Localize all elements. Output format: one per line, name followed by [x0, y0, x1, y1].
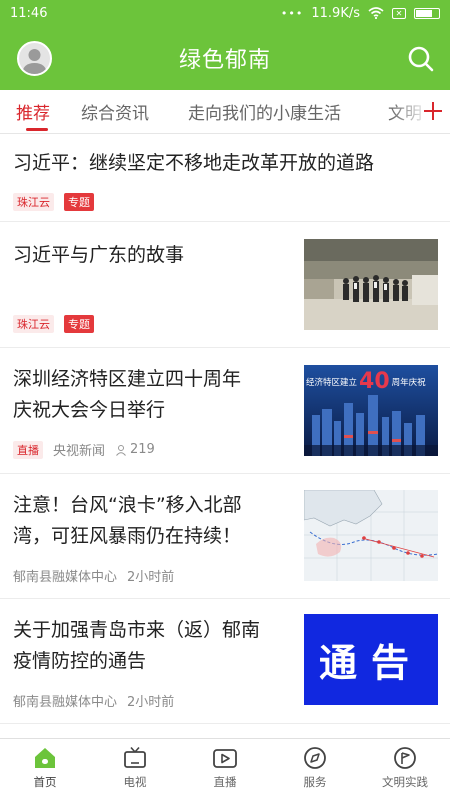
news-title: 习近平与广东的故事	[13, 244, 185, 266]
nav-live[interactable]: 直播	[180, 739, 270, 800]
news-source: 郁南县融媒体中心	[13, 570, 118, 585]
nav-label: 直播	[213, 775, 237, 789]
tab-news[interactable]: 综合资讯	[81, 99, 149, 124]
news-item[interactable]: 注意！台风“浪卡”移入北部 湾，可狂风暴雨仍在持续！ 郁南县融媒体中心 2小时前	[0, 474, 450, 599]
news-thumbnail	[304, 239, 438, 330]
delegation-photo-image	[304, 239, 438, 330]
view-count: 219	[130, 442, 155, 457]
news-title-line: 湾，可狂风暴雨仍在持续！	[13, 525, 242, 547]
live-tag: 直播	[13, 440, 43, 459]
thumb-caption-suffix: 周年庆祝	[391, 378, 426, 388]
news-source: 郁南县融媒体中心	[13, 695, 118, 710]
thumb-number: 40	[359, 369, 390, 394]
home-icon	[35, 748, 55, 768]
network-speed: 11.9K/s	[311, 5, 360, 21]
news-item[interactable]: 习近平与广东的故事 珠江云 专题	[0, 222, 450, 348]
nav-label: 服务	[303, 775, 327, 789]
news-item[interactable]: 关于加强青岛市来（返）郁南 疫情防控的通告 郁南县融媒体中心 2小时前 通告	[0, 599, 450, 724]
thumb-caption: 经济特区建立	[306, 378, 358, 388]
topic-tag: 专题	[64, 315, 94, 333]
compass-icon	[304, 747, 326, 769]
news-title-line: 关于加强青岛市来（返）郁南	[13, 619, 261, 641]
topic-tag: 专题	[64, 193, 94, 211]
news-thumbnail	[304, 490, 438, 581]
tab-xiaokang[interactable]: 走向我们的小康生活	[188, 99, 341, 124]
news-title: 习近平：继续坚定不移地走改革开放的道路	[13, 152, 375, 174]
news-title-line: 注意！台风“浪卡”移入北部	[13, 494, 242, 516]
status-time: 11:46	[10, 5, 48, 21]
typhoon-track-map-image	[304, 490, 438, 581]
notice-banner: 通告	[304, 614, 438, 705]
search-icon	[408, 46, 434, 72]
news-thumbnail: 经济特区建立 40 周年庆祝	[304, 365, 438, 456]
nav-home[interactable]: 首页	[0, 739, 90, 800]
category-tabs: 推荐 综合资讯 走向我们的小康生活 文明	[0, 90, 450, 134]
app-title: 绿色郁南	[178, 48, 271, 73]
wifi-icon	[368, 7, 384, 19]
news-title-line: 深圳经济特区建立四十周年	[13, 368, 242, 390]
news-item[interactable]: 习近平：继续坚定不移地走改革开放的道路 珠江云 专题	[0, 135, 450, 222]
nav-civilization-practice[interactable]: 文明实践	[360, 739, 450, 800]
signal-dots-icon: •••	[280, 6, 304, 20]
news-thumbnail: 通告	[304, 614, 438, 705]
nav-label: 电视	[123, 775, 147, 789]
tv-icon	[124, 746, 146, 768]
active-tab-indicator	[26, 128, 48, 131]
battery-icon	[414, 7, 440, 19]
source-tag: 珠江云	[13, 315, 54, 333]
tab-recommend[interactable]: 推荐	[16, 99, 50, 124]
person-icon	[116, 444, 126, 456]
app-header: 绿色郁南	[0, 26, 450, 90]
news-item[interactable]: 深圳经济特区建立四十周年 庆祝大会今日举行 直播 央视新闻 219 经济特区建立…	[0, 348, 450, 474]
status-bar: 11:46 ••• 11.9K/s ✕	[0, 0, 450, 26]
source-tag: 珠江云	[13, 193, 54, 211]
bottom-navigation: 首页 电视 直播 服务 文明实践	[0, 738, 450, 800]
nav-label: 文明实践	[382, 775, 428, 789]
flag-icon	[394, 747, 416, 769]
nav-tv[interactable]: 电视	[90, 739, 180, 800]
live-video-icon	[213, 749, 237, 768]
user-avatar-icon	[22, 49, 47, 74]
nav-label: 首页	[33, 775, 57, 789]
news-title-line: 庆祝大会今日举行	[13, 399, 166, 421]
nav-service[interactable]: 服务	[270, 739, 360, 800]
news-time: 2小时前	[127, 570, 175, 585]
search-button[interactable]	[406, 44, 436, 74]
news-source: 央视新闻	[53, 444, 106, 459]
news-time: 2小时前	[127, 695, 175, 710]
news-title-line: 疫情防控的通告	[13, 650, 147, 672]
add-channel-button[interactable]	[422, 96, 444, 126]
sim-off-icon: ✕	[392, 7, 406, 19]
avatar[interactable]	[17, 41, 52, 76]
